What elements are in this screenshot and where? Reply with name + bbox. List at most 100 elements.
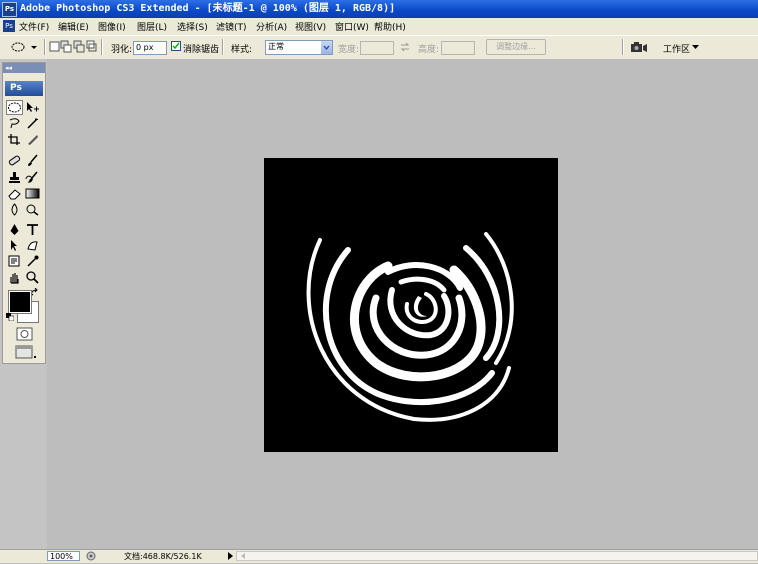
eraser-icon: [8, 189, 21, 200]
add-selection-icon: [60, 40, 72, 53]
menu-layer[interactable]: 图层(L): [137, 20, 167, 33]
menu-edit[interactable]: 编辑(E): [58, 20, 89, 33]
arc-ring-5-top: [398, 276, 447, 293]
chevron-down-icon[interactable]: [321, 41, 332, 54]
photoshop-logo[interactable]: Ps: [5, 81, 43, 96]
menu-select[interactable]: 选择(S): [177, 20, 208, 33]
slice-tool[interactable]: [25, 133, 40, 146]
magic-wand-icon: [27, 118, 38, 129]
bandage-icon: [8, 155, 21, 166]
lasso-icon: [9, 118, 20, 129]
screen-mode-icon: [15, 345, 36, 359]
menu-file[interactable]: 文件(F): [19, 20, 49, 33]
menu-filter[interactable]: 滤镜(T): [216, 20, 247, 33]
blur-icon: [11, 203, 18, 216]
menu-image[interactable]: 图像(I): [98, 20, 126, 33]
menu-help[interactable]: 帮助(H): [374, 20, 406, 33]
notes-icon: [8, 255, 20, 267]
dodge-tool[interactable]: [25, 203, 40, 216]
history-brush-tool[interactable]: [25, 171, 40, 184]
path-selection-tool[interactable]: [7, 239, 22, 252]
intersect-selection-icon: [86, 40, 97, 52]
hand-icon: [10, 273, 19, 284]
feather-label: 羽化:: [111, 45, 133, 55]
height-label: 高度:: [418, 45, 440, 55]
status-bar: 100% 文档:468.8K/526.1K: [0, 549, 758, 563]
lasso-tool[interactable]: [7, 117, 22, 130]
pen-tool[interactable]: [7, 223, 22, 236]
window-title: Adobe Photoshop CS3 Extended - [未标题-1 @ …: [20, 3, 396, 14]
selection-mode-group: [49, 40, 97, 54]
path-selection-icon: [11, 240, 17, 251]
document-size-info: 文档:468.8K/526.1K: [124, 552, 202, 561]
menu-view[interactable]: 视图(V): [295, 20, 326, 33]
eyedropper-tool[interactable]: [25, 255, 40, 268]
arc-ring-4-top: [385, 262, 463, 291]
marquee-tool[interactable]: [6, 100, 23, 115]
shape-tool[interactable]: [25, 239, 40, 252]
style-select[interactable]: 正常: [265, 40, 333, 55]
options-bar: 羽化: 0 px 消除锯齿 样式: 正常 宽度: 高度: 调整边缘... 工作区: [0, 35, 758, 60]
gradient-icon: [25, 188, 40, 199]
elliptical-marquee-icon: [8, 102, 21, 113]
scroll-left-icon: [241, 553, 245, 559]
document-icon[interactable]: Ps: [3, 20, 15, 32]
zoom-field[interactable]: 100%: [47, 551, 80, 561]
type-tool[interactable]: [25, 223, 40, 236]
width-label: 宽度:: [338, 45, 360, 55]
app-icon: Ps: [2, 2, 17, 17]
blur-tool[interactable]: [7, 203, 22, 216]
menu-bar: Ps 文件(F) 编辑(E) 图像(I) 图层(L) 选择(S) 滤镜(T) 分…: [0, 18, 758, 35]
brush-icon: [28, 154, 38, 166]
new-selection-icon: [49, 41, 60, 52]
default-colors-icon[interactable]: [6, 313, 15, 322]
toolbox: ◂◂ Ps: [2, 62, 46, 364]
subtract-selection-icon: [73, 40, 85, 53]
workspace-label[interactable]: 工作区: [663, 42, 690, 55]
antialias-checkbox[interactable]: [171, 41, 181, 51]
notes-tool[interactable]: [7, 255, 22, 268]
brush-tool[interactable]: [25, 154, 40, 167]
clone-stamp-tool[interactable]: [7, 171, 22, 184]
menu-window[interactable]: 窗口(W): [335, 20, 369, 33]
swap-icon: [400, 42, 410, 52]
foreground-color-swatch[interactable]: [8, 290, 32, 314]
quick-mask-button[interactable]: [16, 327, 33, 341]
slice-icon: [28, 135, 38, 145]
separator: [222, 39, 224, 55]
crop-icon: [8, 134, 20, 145]
feather-input[interactable]: 0 px: [133, 41, 167, 55]
zoom-tool[interactable]: [25, 271, 40, 284]
status-menu-arrow-icon[interactable]: [225, 551, 235, 561]
quick-mask-icon: [16, 327, 33, 341]
move-tool[interactable]: [25, 101, 40, 114]
type-icon: [27, 224, 38, 235]
magic-wand-tool[interactable]: [25, 117, 40, 130]
dodge-icon: [26, 204, 39, 216]
title-bar: Ps Adobe Photoshop CS3 Extended - [未标题-1…: [0, 0, 758, 18]
separator: [101, 39, 103, 55]
crop-tool[interactable]: [7, 133, 22, 146]
custom-shape-icon: [27, 241, 38, 251]
document-canvas[interactable]: [264, 158, 558, 452]
antialias-label: 消除锯齿: [183, 45, 220, 55]
separator: [622, 39, 624, 55]
workspace-dropdown-icon[interactable]: [692, 44, 700, 50]
separator: [44, 39, 46, 55]
toolbox-collapse[interactable]: ◂◂: [3, 63, 45, 73]
height-input: [441, 41, 475, 55]
healing-brush-tool[interactable]: [7, 154, 22, 167]
eraser-tool[interactable]: [7, 187, 22, 200]
status-options-icon[interactable]: [86, 551, 96, 561]
horizontal-scrollbar[interactable]: [236, 551, 758, 561]
gradient-tool[interactable]: [25, 187, 40, 200]
tool-preset-picker[interactable]: [8, 39, 40, 55]
inner-crescent: [413, 296, 427, 317]
screen-mode-button[interactable]: [15, 345, 37, 360]
hand-tool[interactable]: [7, 271, 22, 284]
style-select-value: 正常: [268, 42, 284, 51]
width-input: [360, 41, 394, 55]
bridge-icon[interactable]: [629, 40, 649, 54]
history-brush-icon: [25, 171, 38, 183]
menu-analysis[interactable]: 分析(A): [256, 20, 287, 33]
